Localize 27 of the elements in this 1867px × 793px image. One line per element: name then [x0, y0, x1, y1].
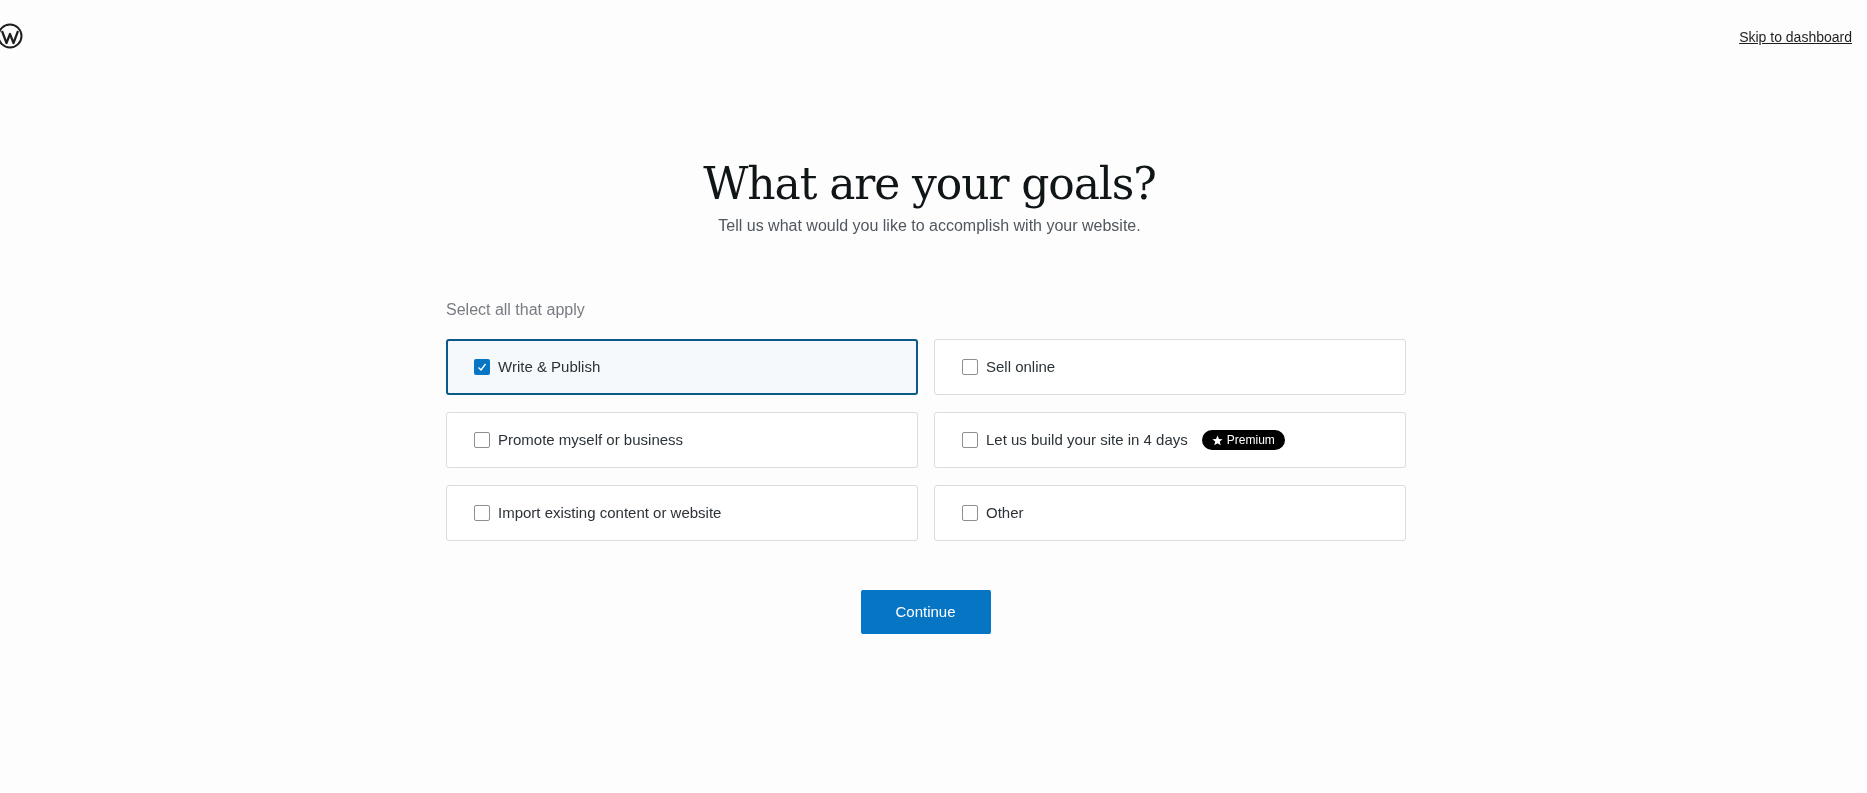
checkbox[interactable] [962, 432, 978, 448]
checkbox[interactable] [474, 505, 490, 521]
checkbox[interactable] [474, 432, 490, 448]
check-icon [476, 361, 488, 373]
goal-option[interactable]: Sell online [934, 339, 1406, 395]
option-label: Let us build your site in 4 days [986, 429, 1188, 450]
premium-badge: Premium [1201, 430, 1285, 450]
goal-option[interactable]: Import existing content or website [446, 485, 918, 541]
subtitle-text: Tell us what would you like to accomplish with your website. [718, 216, 1141, 236]
option-label: Promote myself or business [498, 429, 684, 450]
goal-option[interactable]: Other [934, 485, 1406, 541]
goal-option[interactable]: Write & Publish [446, 339, 918, 395]
goal-option[interactable]: Let us build your site in 4 days Premium [934, 412, 1406, 468]
page-heading: What are your goals? [703, 157, 1156, 211]
instruction-text: Select all that apply [446, 300, 586, 320]
star-icon [1211, 434, 1223, 446]
checkbox[interactable] [474, 359, 490, 375]
option-label: Other [986, 502, 1024, 523]
option-label: Sell online [986, 356, 1056, 377]
option-label: Write & Publish [498, 356, 601, 377]
checkbox[interactable] [962, 505, 978, 521]
goal-option[interactable]: Promote myself or business [446, 412, 918, 468]
skip-to-dashboard-link[interactable]: Skip to dashboard [1739, 27, 1852, 48]
option-label: Import existing content or website [498, 502, 722, 523]
logo-icon[interactable] [0, 23, 23, 49]
checkbox[interactable] [962, 359, 978, 375]
continue-button[interactable]: Continue [860, 590, 991, 634]
